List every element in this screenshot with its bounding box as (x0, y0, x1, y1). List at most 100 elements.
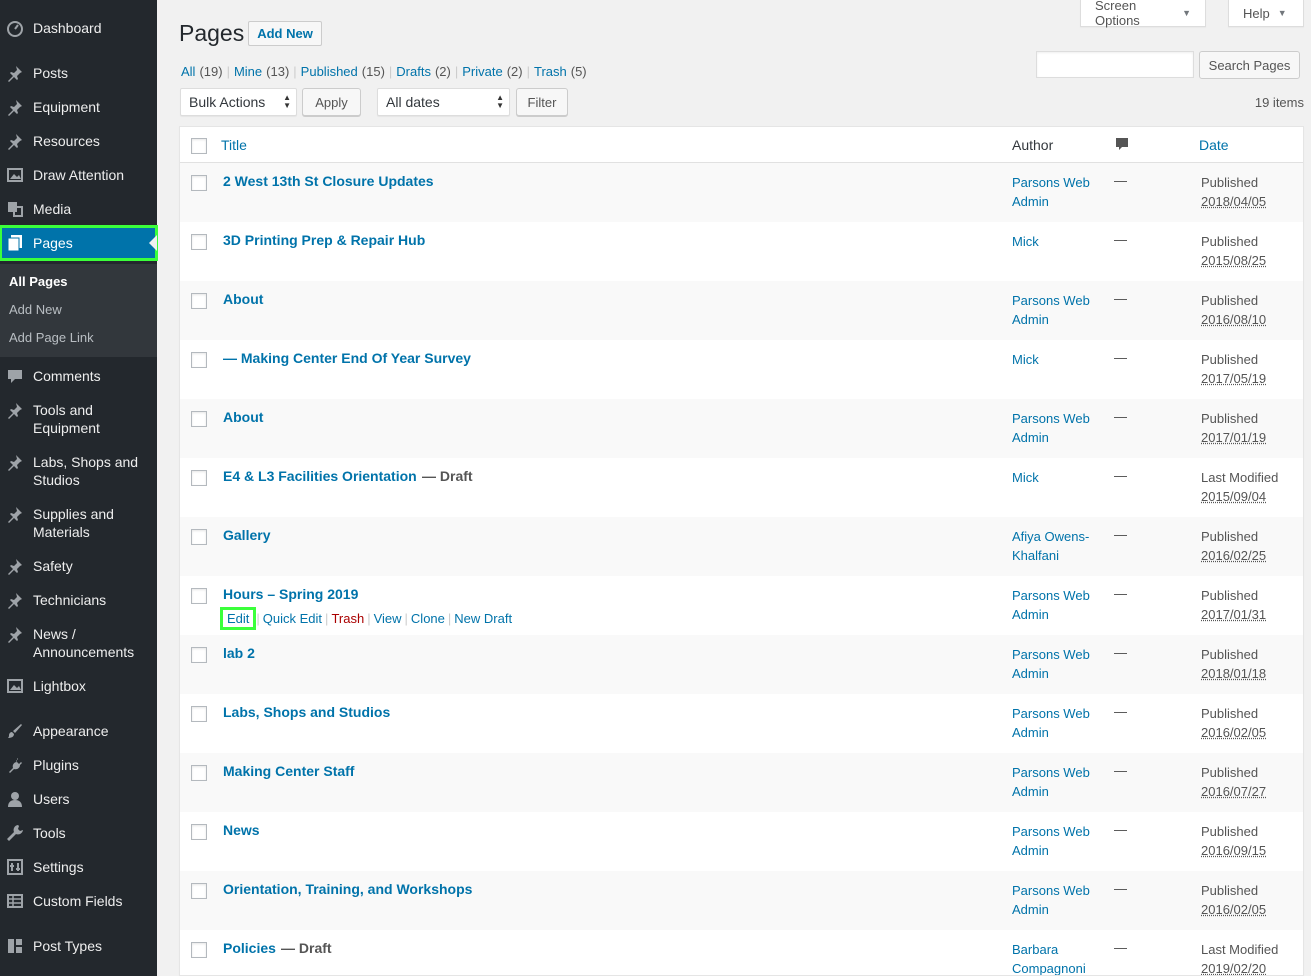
row-comments: — (1114, 586, 1127, 601)
row-status-label: Published (1201, 411, 1259, 426)
sidebar-item-label: Equipment (33, 99, 100, 115)
row-checkbox[interactable] (191, 470, 207, 486)
row-status: Published 2018/01/18 (1201, 645, 1266, 683)
row-title-link[interactable]: — Making Center End Of Year Survey (223, 350, 471, 366)
row-action-trash[interactable]: Trash (331, 611, 364, 626)
select-all-checkbox[interactable] (191, 138, 207, 154)
row-status-label: Published (1201, 529, 1259, 544)
row-title-link[interactable]: Orientation, Training, and Workshops (223, 881, 472, 897)
row-author-link[interactable]: Mick (1012, 232, 1112, 251)
row-date: 2016/02/25 (1201, 548, 1267, 563)
sidebar-item-label: Lightbox (33, 678, 86, 694)
row-author-link[interactable]: Parsons Web Admin (1012, 704, 1112, 742)
row-author-link[interactable]: Parsons Web Admin (1012, 409, 1112, 447)
view-separator: | (388, 64, 393, 79)
table-row: Policies — Draft Barbara Compagnoni — Last M… (180, 930, 1303, 975)
row-title-link[interactable]: lab 2 (223, 645, 255, 661)
comment-bubble-icon[interactable] (1114, 136, 1130, 155)
row-status: Published 2016/09/15 (1201, 822, 1266, 860)
row-status: Published 2016/02/05 (1201, 704, 1266, 742)
row-action-clone[interactable]: Clone (411, 611, 445, 626)
search-input[interactable] (1036, 51, 1194, 78)
table-row: Orientation, Training, and Workshops Pars… (180, 871, 1303, 930)
row-checkbox[interactable] (191, 942, 207, 958)
sidebar-item-label: Labs, Shops and Studios (33, 454, 139, 488)
filter-button[interactable]: Filter (516, 88, 568, 116)
row-checkbox[interactable] (191, 647, 207, 663)
sidebar-item-label: Technicians (33, 592, 107, 608)
row-checkbox[interactable] (191, 352, 207, 368)
row-author-link[interactable]: Parsons Web Admin (1012, 173, 1112, 211)
submenu-all-pages[interactable]: All Pages (9, 274, 68, 289)
row-checkbox[interactable] (191, 824, 207, 840)
view-filter-mine[interactable]: Mine (234, 64, 262, 79)
row-author-link[interactable]: Parsons Web Admin (1012, 822, 1112, 860)
view-filter-all[interactable]: All (181, 64, 195, 79)
view-filter-private[interactable]: Private (462, 64, 502, 79)
dates-select[interactable]: All dates ▲ ▼ (377, 88, 510, 116)
view-separator: | (526, 64, 530, 79)
row-checkbox[interactable] (191, 883, 207, 899)
row-title-link[interactable]: Hours – Spring 2019 (223, 586, 358, 602)
sidebar-item-pages[interactable]: Pages (0, 225, 158, 261)
row-action-quick-edit[interactable]: Quick Edit (263, 611, 322, 626)
row-title-link[interactable]: Labs, Shops and Studios (223, 704, 390, 720)
submenu-add-new[interactable]: Add New (9, 302, 62, 317)
search-pages-button[interactable]: Search Pages (1199, 51, 1300, 79)
submenu-add-page-link[interactable]: Add Page Link (9, 330, 94, 345)
row-title-link[interactable]: Gallery (223, 527, 270, 543)
view-count: (13) (266, 64, 290, 79)
row-checkbox[interactable] (191, 293, 207, 309)
row-title-link[interactable]: 3D Printing Prep & Repair Hub (223, 232, 425, 248)
row-title-link[interactable]: 2 West 13th St Closure Updates (223, 173, 434, 189)
row-author-link[interactable]: Barbara Compagnoni (1012, 940, 1112, 975)
view-filter-drafts[interactable]: Drafts (396, 64, 431, 79)
row-checkbox[interactable] (191, 411, 207, 427)
view-filter-trash[interactable]: Trash (534, 64, 567, 79)
view-filter-published[interactable]: Published (301, 64, 358, 79)
dates-value: All dates (386, 94, 440, 110)
screen-options-button[interactable]: Screen Options ▼ (1080, 0, 1206, 28)
row-comments: — (1114, 763, 1127, 778)
row-author-link[interactable]: Parsons Web Admin (1012, 881, 1112, 919)
row-action-edit[interactable]: Edit (219, 607, 257, 630)
row-comments: — (1114, 940, 1127, 955)
row-author-link[interactable]: Parsons Web Admin (1012, 586, 1112, 624)
row-title-link[interactable]: Policies (223, 940, 276, 956)
row-action-view[interactable]: View (374, 611, 402, 626)
pages-submenu: All Pages Add New Add Page Link (0, 264, 157, 357)
row-date: 2017/01/31 (1201, 607, 1267, 622)
row-checkbox[interactable] (191, 529, 207, 545)
table-header: Title Author Date (180, 127, 1303, 163)
row-checkbox[interactable] (191, 706, 207, 722)
row-date: 2017/05/19 (1201, 371, 1267, 386)
row-action-new-draft[interactable]: New Draft (454, 611, 512, 626)
row-author-link[interactable]: Mick (1012, 468, 1112, 487)
row-status: Published 2016/08/10 (1201, 291, 1266, 329)
row-author-link[interactable]: Mick (1012, 350, 1112, 369)
row-checkbox[interactable] (191, 588, 207, 604)
row-title-link[interactable]: News (223, 822, 260, 838)
caret-down-icon: ▼ (1182, 8, 1191, 18)
row-checkbox[interactable] (191, 765, 207, 781)
row-author-link[interactable]: Parsons Web Admin (1012, 763, 1112, 801)
view-separator: | (226, 64, 230, 79)
bulk-actions-select[interactable]: Bulk Actions ▲ ▼ (180, 88, 297, 116)
row-status-label: Published (1201, 706, 1259, 721)
row-title-link[interactable]: Making Center Staff (223, 763, 354, 779)
view-filters: All (19) | Mine (13) | Published (15) | Drafts (2)… (181, 64, 587, 79)
row-title-link[interactable]: About (223, 291, 263, 307)
add-new-button[interactable]: Add New (248, 21, 322, 46)
row-author-link[interactable]: Parsons Web Admin (1012, 291, 1112, 329)
column-title-header[interactable]: Title (221, 137, 247, 153)
row-checkbox[interactable] (191, 234, 207, 250)
row-title-link[interactable]: About (223, 409, 263, 425)
sidebar-item-label: Dashboard (33, 20, 102, 36)
apply-button[interactable]: Apply (302, 88, 361, 116)
row-author-link[interactable]: Afiya Owens-Khalfani (1012, 527, 1112, 565)
row-title-link[interactable]: E4 & L3 Facilities Orientation (223, 468, 417, 484)
column-date-header[interactable]: Date (1199, 137, 1229, 153)
help-button[interactable]: Help ▼ (1228, 0, 1304, 27)
row-author-link[interactable]: Parsons Web Admin (1012, 645, 1112, 683)
row-checkbox[interactable] (191, 175, 207, 191)
